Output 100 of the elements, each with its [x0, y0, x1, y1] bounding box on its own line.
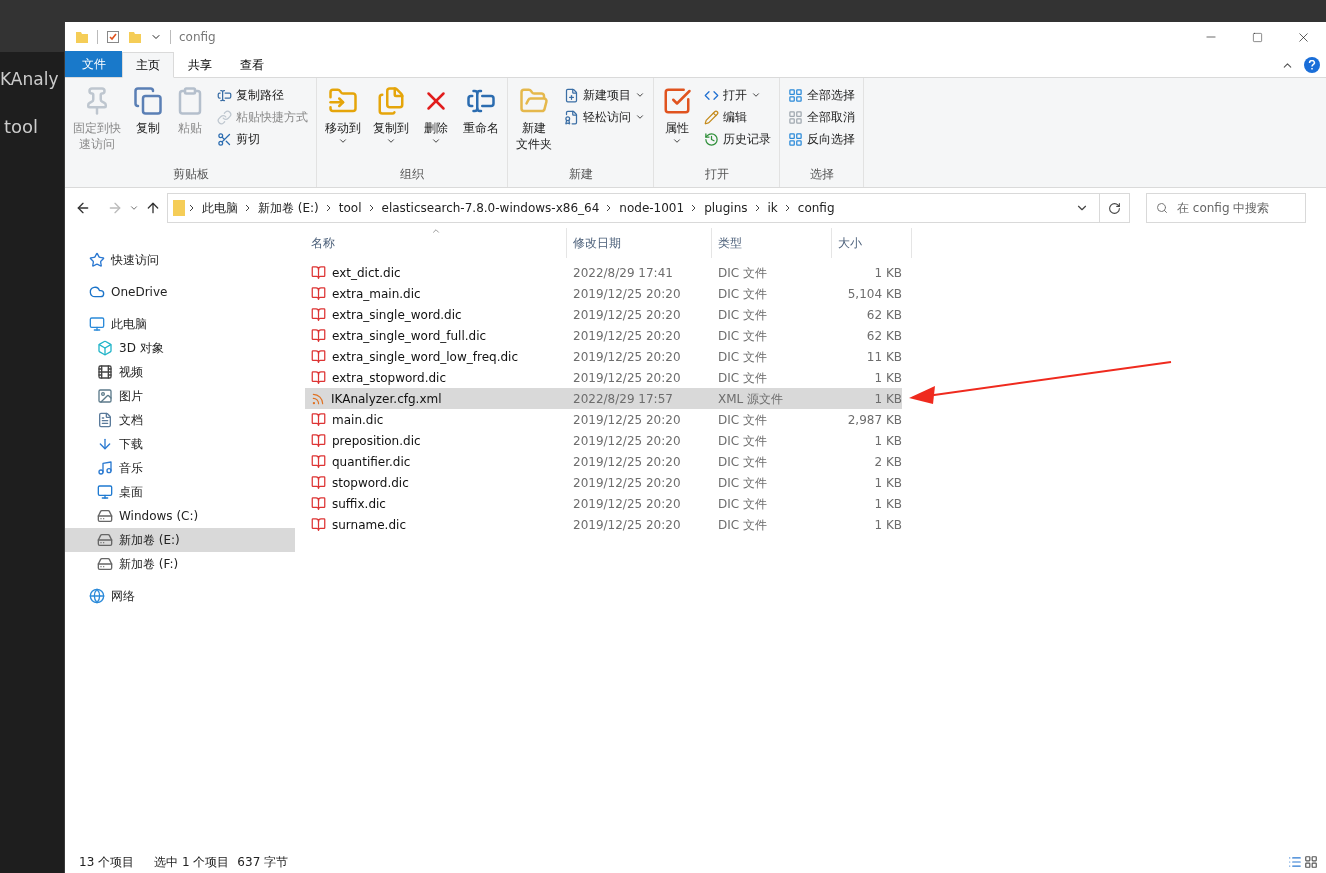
file-size: 1 KB	[873, 516, 902, 534]
file-row[interactable]: extra_single_word_full.dic 2019/12/25 20:20 DIC 文件 62 KB	[305, 325, 902, 346]
drive-icon	[97, 532, 113, 548]
file-row[interactable]: surname.dic 2019/12/25 20:20 DIC 文件 1 KB	[305, 514, 902, 535]
editor-tab[interactable]: KAnaly	[0, 52, 59, 108]
nav-item[interactable]: 新加卷 (F:)	[65, 552, 295, 576]
properties-icon[interactable]	[106, 30, 120, 44]
modified-date: 2019/12/25 20:20	[572, 369, 682, 387]
path-segment[interactable]: tool	[334, 199, 366, 217]
refresh-icon[interactable]	[1108, 201, 1121, 215]
group-label: 组织	[400, 166, 424, 183]
group-label: 选择	[809, 166, 834, 183]
history-icon	[704, 131, 719, 147]
ribbon-button[interactable]: 新建 文件夹	[512, 82, 556, 152]
up-button[interactable]	[145, 200, 161, 216]
path-segment[interactable]: ik	[763, 199, 782, 217]
nav-item[interactable]: 网络	[65, 584, 295, 608]
path-segment[interactable]: plugins	[700, 199, 752, 217]
file-row[interactable]: suffix.dic 2019/12/25 20:20 DIC 文件 1 KB	[305, 493, 902, 514]
column-header[interactable]: 大小	[832, 228, 912, 258]
file-type: DIC 文件	[717, 453, 768, 471]
folder-icon	[172, 199, 186, 217]
address-bar[interactable]: 此电脑 新加卷 (E:) tool elasticsearch-7.8.0-windows-x86_64 node-1001 plugins ik config	[167, 193, 1130, 223]
search-field[interactable]: 在 config 中搜索	[1146, 193, 1306, 223]
item-count: 13 个项目	[79, 854, 135, 871]
nav-item[interactable]: 此电脑	[65, 312, 295, 336]
path-segment[interactable]: config	[793, 199, 839, 217]
ribbon-button[interactable]: 全部选择	[784, 84, 859, 106]
nav-item[interactable]: 视频	[65, 360, 295, 384]
file-row[interactable]: extra_main.dic 2019/12/25 20:20 DIC 文件 5,104 KB	[305, 283, 902, 304]
document-icon	[97, 412, 113, 428]
details-view-icon[interactable]	[1288, 855, 1302, 869]
file-row[interactable]: IKAnalyzer.cfg.xml 2022/8/29 17:57 XML 源文件 1 KB	[305, 388, 902, 409]
file-row[interactable]: extra_single_word.dic 2019/12/25 20:20 DIC 文件 62 KB	[305, 304, 902, 325]
file-name: surname.dic	[332, 516, 406, 534]
recent-locations-icon[interactable]	[129, 203, 139, 213]
path-segment[interactable]: node-1001	[615, 199, 689, 217]
file-tab[interactable]: 文件	[65, 51, 122, 77]
file-row[interactable]: stopword.dic 2019/12/25 20:20 DIC 文件 1 KB	[305, 472, 902, 493]
path-segment[interactable]: 此电脑	[198, 199, 242, 217]
modified-date: 2022/8/29 17:57	[572, 390, 674, 408]
column-header[interactable]: 名称	[305, 228, 567, 258]
ribbon-button[interactable]: 历史记录	[700, 128, 775, 150]
file-size: 1 KB	[873, 369, 902, 387]
ribbon-button[interactable]: 属性	[658, 82, 696, 146]
ribbon-tab[interactable]: 查看	[226, 52, 278, 78]
column-header[interactable]: 类型	[712, 228, 832, 258]
ribbon-button[interactable]: 重命名	[459, 82, 503, 136]
file-type: DIC 文件	[717, 495, 768, 513]
nav-item[interactable]: 图片	[65, 384, 295, 408]
chevron-icon	[325, 203, 332, 213]
file-row[interactable]: ext_dict.dic 2022/8/29 17:41 DIC 文件 1 KB	[305, 262, 902, 283]
scissors-icon	[217, 131, 232, 147]
path-segment[interactable]: elasticsearch-7.8.0-windows-x86_64	[377, 199, 604, 217]
file-row[interactable]: main.dic 2019/12/25 20:20 DIC 文件 2,987 KB	[305, 409, 902, 430]
ribbon-button[interactable]: 删除	[417, 82, 455, 146]
ribbon-tab[interactable]: 共享	[174, 52, 226, 78]
nav-item[interactable]: OneDrive	[65, 280, 295, 304]
ribbon-button[interactable]: 移动到	[321, 82, 365, 146]
nav-item[interactable]: 桌面	[65, 480, 295, 504]
file-size: 5,104 KB	[846, 285, 902, 303]
nav-item[interactable]: Windows (C:)	[65, 504, 295, 528]
file-name: extra_single_word.dic	[332, 306, 462, 324]
ribbon-button[interactable]: 复制到	[369, 82, 413, 146]
nav-item[interactable]: 下载	[65, 432, 295, 456]
file-row[interactable]: extra_stopword.dic 2019/12/25 20:20 DIC 文件 1 KB	[305, 367, 902, 388]
file-type: DIC 文件	[717, 432, 768, 450]
ribbon-button[interactable]: 全部取消	[784, 106, 859, 128]
ribbon-tab[interactable]: 主页	[122, 52, 174, 78]
nav-item[interactable]: 3D 对象	[65, 336, 295, 360]
ribbon-button[interactable]: 打开	[700, 84, 775, 106]
nav-item[interactable]: 音乐	[65, 456, 295, 480]
file-type: DIC 文件	[717, 369, 768, 387]
back-button[interactable]	[75, 200, 91, 216]
file-row[interactable]: preposition.dic 2019/12/25 20:20 DIC 文件 1 KB	[305, 430, 902, 451]
nav-item[interactable]: 快速访问	[65, 248, 295, 272]
ribbon-button[interactable]: 新建项目	[560, 84, 649, 106]
modified-date: 2019/12/25 20:20	[572, 474, 682, 492]
breadcrumb: tool	[3, 114, 39, 139]
ribbon-button[interactable]: 剪切	[213, 128, 312, 150]
caret-icon	[386, 136, 396, 146]
shortcut-icon	[217, 109, 232, 125]
column-header[interactable]: 修改日期	[567, 228, 712, 258]
drive-icon	[97, 508, 113, 524]
file-row[interactable]: quantifier.dic 2019/12/25 20:20 DIC 文件 2 KB	[305, 451, 902, 472]
file-row[interactable]: extra_single_word_low_freq.dic 2019/12/25 20:20 DIC 文件 11 KB	[305, 346, 902, 367]
ribbon-button[interactable]: 轻松访问	[560, 106, 649, 128]
file-name: extra_stopword.dic	[332, 369, 447, 387]
tiles-view-icon[interactable]	[1304, 855, 1318, 869]
ribbon-button[interactable]: 反向选择	[784, 128, 859, 150]
ribbon-button[interactable]: 复制路径	[213, 84, 312, 106]
help-icon[interactable]	[1304, 57, 1320, 73]
nav-item[interactable]: 文档	[65, 408, 295, 432]
file-size: 1 KB	[873, 432, 902, 450]
ribbon-button[interactable]: 编辑	[700, 106, 775, 128]
ribbon-button[interactable]: 复制	[129, 82, 167, 136]
file-name: extra_single_word_full.dic	[332, 327, 487, 345]
xml-file-icon	[311, 391, 325, 406]
nav-item[interactable]: 新加卷 (E:)	[65, 528, 295, 552]
path-segment[interactable]: 新加卷 (E:)	[254, 199, 323, 217]
